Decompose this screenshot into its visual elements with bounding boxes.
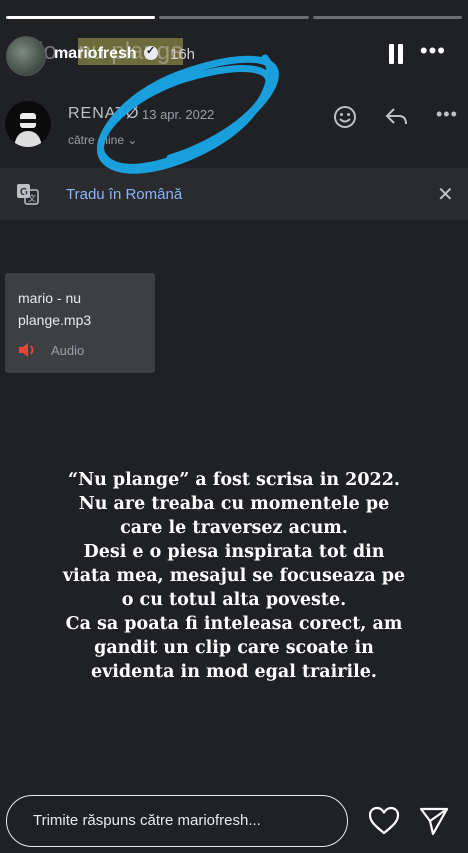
verified-badge-icon (144, 44, 158, 60)
translate-icon: G文 (16, 182, 40, 206)
recipient-dropdown[interactable]: către mine ⌄ (68, 133, 137, 147)
svg-text:文: 文 (28, 193, 36, 203)
story-time: 16h (170, 46, 196, 63)
heart-icon[interactable] (368, 806, 400, 836)
statement-line: evidenta in mod egal trairile. (90, 662, 378, 682)
more-horizontal-icon[interactable]: ••• (436, 104, 458, 125)
reply-input[interactable]: Trimite răspuns către mariofresh... (6, 795, 348, 847)
emoji-icon[interactable] (332, 104, 358, 130)
username[interactable]: mariofresh (54, 45, 137, 63)
attachment-name: mario - nu plange.mp3 (18, 290, 92, 328)
story-progress (6, 16, 462, 19)
statement-line: viata mea, mesajul se focuseaza pe (62, 566, 406, 586)
translate-link[interactable]: Tradu în Română (66, 186, 182, 203)
svg-text:G: G (20, 187, 28, 198)
reply-icon[interactable] (384, 106, 410, 128)
more-horizontal-icon[interactable]: ••• (420, 38, 446, 64)
statement-line: o cu totul alta poveste. (121, 590, 347, 610)
attachment-type: Audio (51, 343, 85, 358)
sender-avatar (5, 101, 51, 147)
progress-segment-1 (6, 16, 156, 19)
story-statement: “Nu plange” a fost scrisa in 2022. Nu ar… (30, 468, 438, 684)
story-header: rio - nu plange mariofresh 16h ••• (0, 30, 468, 80)
speaker-icon (18, 342, 38, 358)
sender-name: RENATØ (68, 105, 140, 122)
avatar[interactable] (6, 36, 46, 76)
statement-line: Ca sa poata fi inteleasa corect, am (65, 614, 403, 634)
email-date: 13 apr. 2022 (142, 107, 215, 122)
statement-line: gandit un clip care scoate in (94, 638, 374, 658)
statement-line: Desi e o piesa inspirata tot din (83, 542, 385, 562)
close-icon[interactable]: ✕ (437, 182, 454, 207)
translate-bar: G文 Tradu în Română ✕ (0, 168, 468, 220)
pause-icon[interactable] (388, 44, 404, 64)
progress-segment-3 (312, 16, 462, 19)
statement-line: care le traversez acum. (120, 518, 348, 538)
audio-attachment[interactable]: mario - nu plange.mp3 Audio (5, 273, 155, 373)
statement-line: Nu are treaba cu momentele pe (78, 494, 390, 514)
statement-line: “Nu plange” a fost scrisa in 2022. (68, 470, 400, 490)
send-icon[interactable] (418, 805, 450, 837)
progress-segment-2 (159, 16, 309, 19)
